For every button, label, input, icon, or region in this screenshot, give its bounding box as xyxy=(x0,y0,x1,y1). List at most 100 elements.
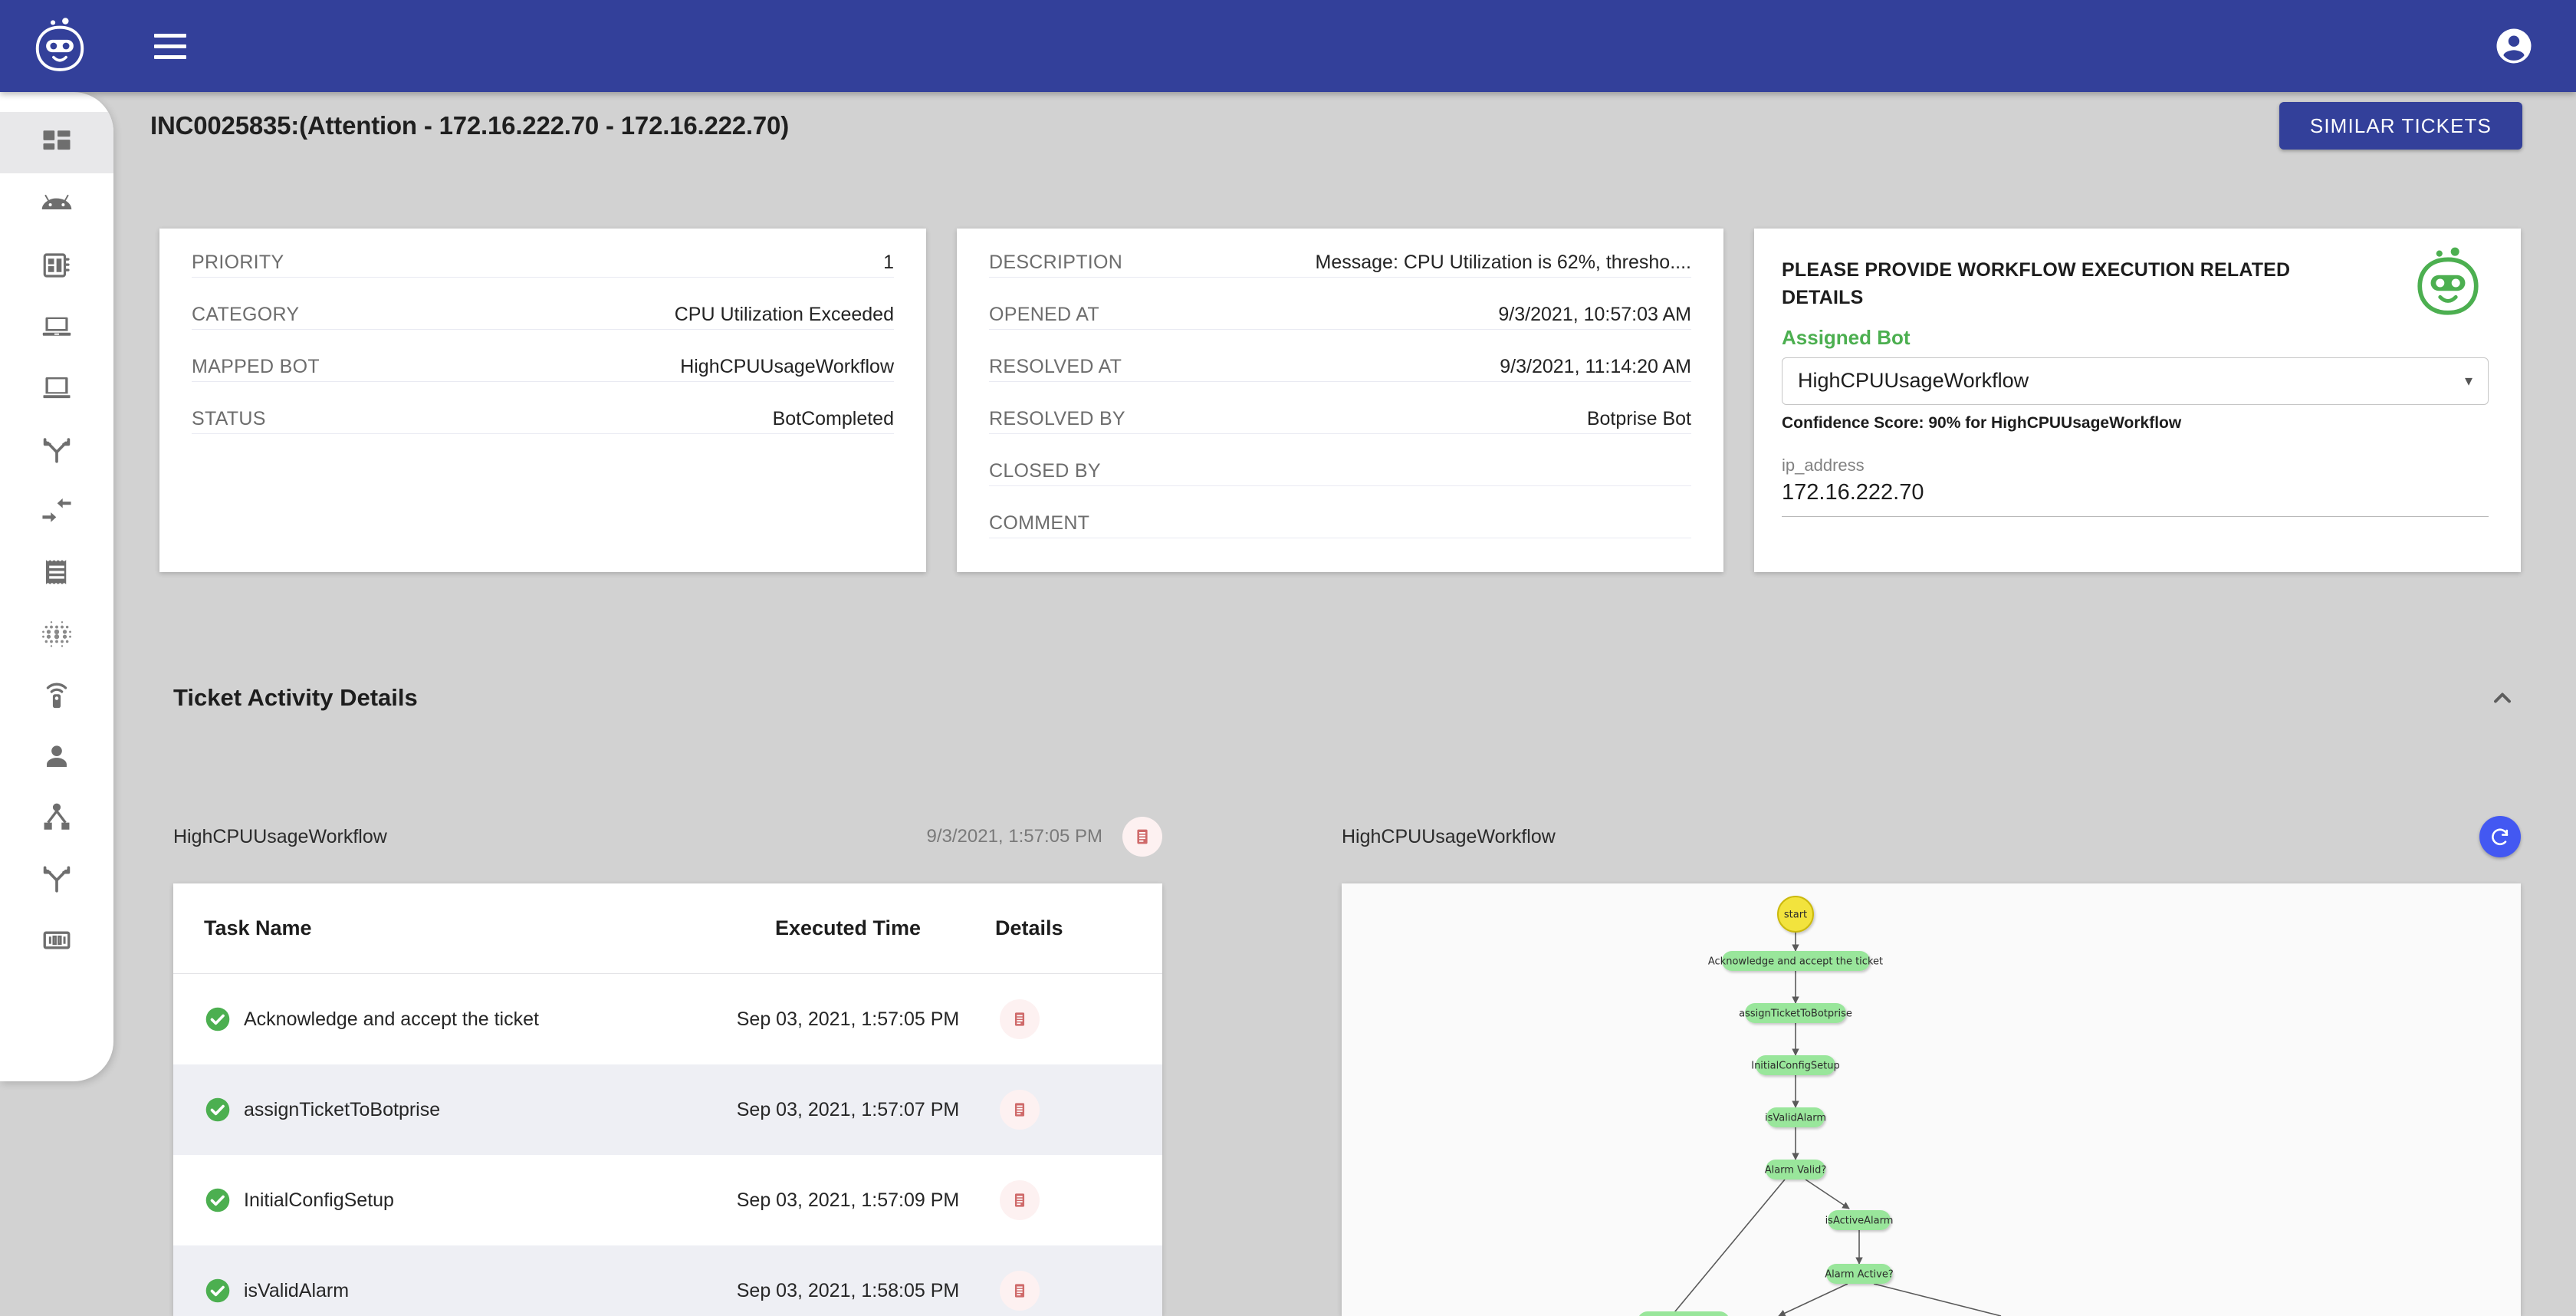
account-circle-icon[interactable] xyxy=(2487,19,2541,73)
field-label: STATUS xyxy=(192,408,274,430)
cell-details xyxy=(986,1180,1132,1220)
node-start[interactable]: start xyxy=(1777,896,1814,933)
branch-split-icon xyxy=(41,433,73,466)
sidebar-item-arrows-merge[interactable] xyxy=(0,480,113,541)
field-priority: PRIORITY 1 xyxy=(159,252,926,304)
field-value: BotCompleted xyxy=(764,408,894,430)
sidebar-item-counter[interactable] xyxy=(0,910,113,971)
node-is-valid-alarm[interactable]: isValidAlarm xyxy=(1765,1107,1826,1127)
field-value: Message: CPU Utilization is 62%, thresho… xyxy=(1307,252,1691,274)
node-initial-config[interactable]: InitialConfigSetup xyxy=(1751,1055,1840,1075)
task-table-panel: Task Name Executed Time Details Acknowle… xyxy=(173,883,1162,1316)
sidebar-item-remote-signal[interactable] xyxy=(0,664,113,725)
sidebar-item-hierarchy[interactable] xyxy=(0,787,113,848)
workflow-graph: start Acknowledge and accept the ticket … xyxy=(1638,896,2002,1316)
sidebar-item-dot-grid[interactable] xyxy=(0,603,113,664)
hierarchy-node-icon xyxy=(41,801,73,834)
cell-executed-time: Sep 03, 2021, 1:58:05 PM xyxy=(736,1279,960,1301)
sidebar-item-branch-merge[interactable] xyxy=(0,848,113,910)
sidebar-item-bots[interactable] xyxy=(0,173,113,235)
cell-task-name: InitialConfigSetup xyxy=(204,1186,710,1214)
summary-cards-row: PRIORITY 1 CATEGORY CPU Utilization Exce… xyxy=(159,229,2521,572)
cell-details xyxy=(986,1090,1132,1130)
field-resolved-by: RESOLVED BY Botprise Bot xyxy=(957,408,1723,460)
cell-task-name: assignTicketToBotprise xyxy=(204,1096,710,1124)
receipt-list-icon xyxy=(41,556,73,588)
field-underline xyxy=(192,277,894,278)
sidebar-item-receipt[interactable] xyxy=(0,541,113,603)
node-assign-ticket[interactable]: assignTicketToBotprise xyxy=(1739,1003,1852,1023)
check-circle-icon xyxy=(204,1277,232,1304)
workflow-card-heading: PLEASE PROVIDE WORKFLOW EXECUTION RELATE… xyxy=(1782,259,2291,309)
table-row[interactable]: isValidAlarm Sep 03, 2021, 1:58:05 PM xyxy=(173,1245,1162,1316)
field-underline xyxy=(989,485,1691,486)
refresh-icon[interactable] xyxy=(2479,816,2521,857)
field-value: 9/3/2021, 10:57:03 AM xyxy=(1490,304,1691,326)
node-offscreen-bottom-left[interactable] xyxy=(1638,1311,1730,1316)
table-row[interactable]: InitialConfigSetup Sep 03, 2021, 1:57:09… xyxy=(173,1155,1162,1245)
laptop-icon xyxy=(41,311,73,343)
sidebar-item-monitor[interactable] xyxy=(0,357,113,419)
sidebar-item-branch-split[interactable] xyxy=(0,419,113,480)
workflow-execution-card: PLEASE PROVIDE WORKFLOW EXECUTION RELATE… xyxy=(1754,229,2521,572)
field-label: CLOSED BY xyxy=(989,460,1109,482)
table-row[interactable]: Acknowledge and accept the ticket Sep 03… xyxy=(173,974,1162,1064)
account-person-icon xyxy=(41,740,73,772)
field-mapped-bot: MAPPED BOT HighCPUUsageWorkflow xyxy=(159,356,926,408)
field-underline xyxy=(989,381,1691,382)
field-label: CATEGORY xyxy=(192,304,307,326)
cell-details xyxy=(986,1271,1132,1311)
activity-section-title: Ticket Activity Details xyxy=(173,684,418,711)
field-value: CPU Utilization Exceeded xyxy=(666,304,894,326)
sidebar-item-laptop[interactable] xyxy=(0,296,113,357)
table-row[interactable]: assignTicketToBotprise Sep 03, 2021, 1:5… xyxy=(173,1064,1162,1155)
document-list-icon[interactable] xyxy=(1000,999,1040,1039)
field-value: Botprise Bot xyxy=(1579,408,1691,430)
cell-details xyxy=(986,999,1132,1039)
document-list-icon[interactable] xyxy=(1122,817,1162,857)
workflow-diagram-panel[interactable]: start Acknowledge and accept the ticket … xyxy=(1342,883,2521,1316)
confidence-score-text: Confidence Score: 90% for HighCPUUsageWo… xyxy=(1782,413,2182,432)
counter-100-icon xyxy=(41,924,73,956)
assigned-bot-value: HighCPUUsageWorkflow xyxy=(1798,369,2029,392)
android-bot-icon xyxy=(41,188,73,220)
document-list-icon[interactable] xyxy=(1000,1180,1040,1220)
document-list-icon[interactable] xyxy=(1000,1271,1040,1311)
field-opened-at: OPENED AT 9/3/2021, 10:57:03 AM xyxy=(957,304,1723,356)
node-acknowledge[interactable]: Acknowledge and accept the ticket xyxy=(1708,951,1883,971)
hamburger-menu-icon[interactable] xyxy=(143,18,198,74)
node-label: isValidAlarm xyxy=(1765,1113,1826,1124)
ip-address-label: ip_address xyxy=(1782,455,1865,475)
top-app-bar xyxy=(0,0,2576,92)
field-comment: COMMENT xyxy=(957,512,1723,564)
sidebar-item-modules[interactable] xyxy=(0,235,113,296)
sidebar-item-dashboard[interactable] xyxy=(0,112,113,173)
chevron-down-icon: ▾ xyxy=(2464,373,2472,390)
field-underline xyxy=(989,329,1691,330)
ip-address-input[interactable]: 172.16.222.70 xyxy=(1782,480,2489,517)
ticket-summary-card: PRIORITY 1 CATEGORY CPU Utilization Exce… xyxy=(159,229,926,572)
field-underline xyxy=(192,381,894,382)
assigned-bot-label: Assigned Bot xyxy=(1782,325,1911,349)
cell-task-name: isValidAlarm xyxy=(204,1277,710,1304)
similar-tickets-button[interactable]: SIMILAR TICKETS xyxy=(2279,102,2522,150)
node-is-active-alarm[interactable]: isActiveAlarm xyxy=(1825,1210,1894,1230)
node-label: start xyxy=(1784,910,1807,921)
description-card: DESCRIPTION Message: CPU Utilization is … xyxy=(957,229,1723,572)
field-status: STATUS BotCompleted xyxy=(159,408,926,460)
assigned-bot-select[interactable]: HighCPUUsageWorkflow ▾ xyxy=(1782,357,2489,405)
page-title-row: INC0025835:(Attention - 172.16.222.70 - … xyxy=(113,92,2576,160)
botprise-robot-logo-icon[interactable] xyxy=(28,14,92,78)
left-workflow-name: HighCPUUsageWorkflow xyxy=(173,825,387,847)
document-list-icon[interactable] xyxy=(1000,1090,1040,1130)
node-alarm-active[interactable]: Alarm Active? xyxy=(1825,1264,1894,1284)
cell-executed-time: Sep 03, 2021, 1:57:09 PM xyxy=(736,1189,960,1211)
node-label: Alarm Active? xyxy=(1825,1269,1894,1281)
field-category: CATEGORY CPU Utilization Exceeded xyxy=(159,304,926,356)
node-alarm-valid[interactable]: Alarm Valid? xyxy=(1765,1160,1827,1179)
field-label: MAPPED BOT xyxy=(192,356,327,378)
chevron-up-icon[interactable] xyxy=(2484,679,2521,716)
field-underline xyxy=(989,277,1691,278)
node-label: assignTicketToBotprise xyxy=(1739,1008,1852,1020)
sidebar-item-account[interactable] xyxy=(0,725,113,787)
